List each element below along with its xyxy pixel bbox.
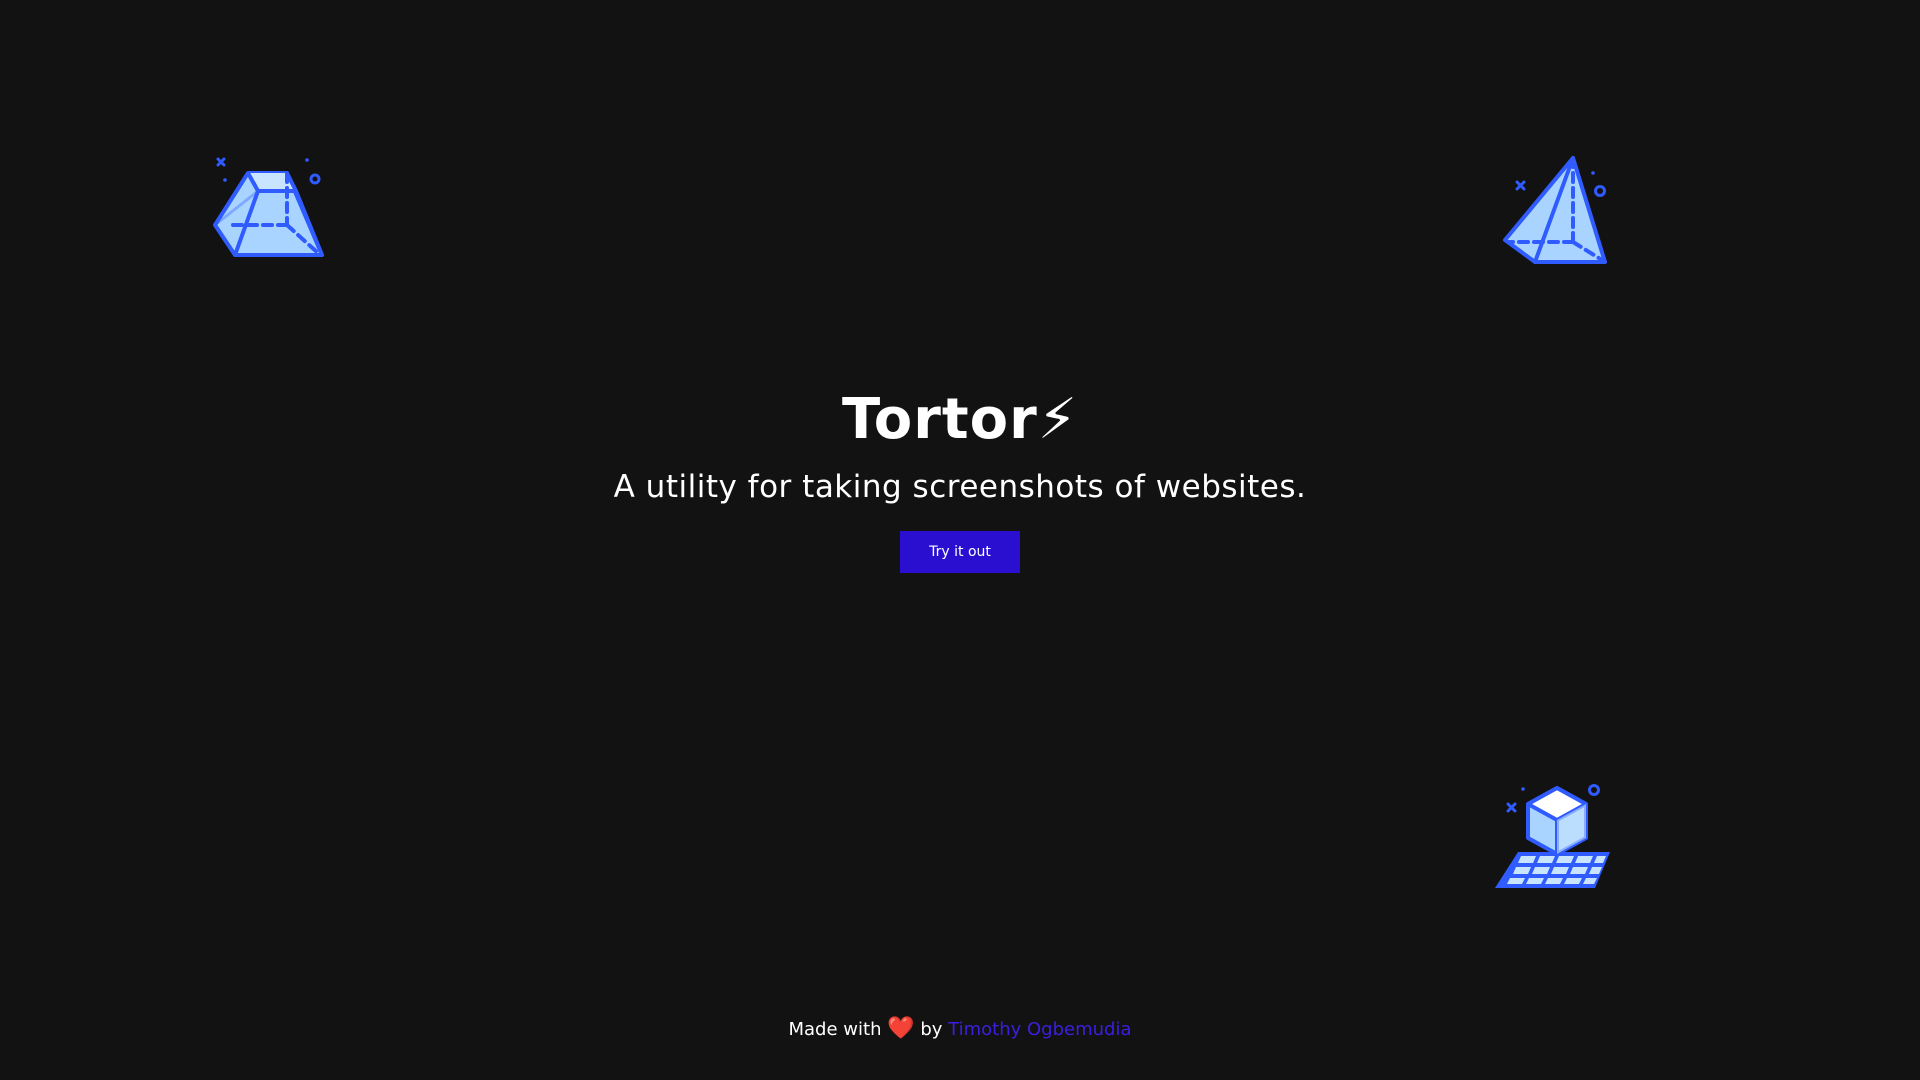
app-tagline: A utility for taking screenshots of webs…	[613, 469, 1307, 505]
footer: Made with ❤️ by Timothy Ogbemudia	[0, 1014, 1920, 1045]
cube-grid-illustration	[1495, 784, 1610, 888]
try-it-out-button[interactable]: Try it out	[900, 531, 1020, 573]
pyramid-illustration	[1503, 156, 1607, 264]
footer-made-with: Made with	[788, 1019, 882, 1040]
landing-page: Tortor⚡ A utility for taking screenshots…	[0, 0, 1920, 1080]
lightning-icon: ⚡	[1037, 387, 1079, 452]
prism-illustration	[213, 157, 324, 257]
heart-icon: ❤️	[887, 1016, 915, 1041]
app-title: Tortor⚡	[0, 378, 1920, 462]
hero-section: Tortor⚡ A utility for taking screenshots…	[0, 378, 1920, 573]
footer-by: by	[920, 1019, 943, 1040]
app-title-text: Tortor	[841, 387, 1038, 452]
author-link[interactable]: Timothy Ogbemudia	[948, 1019, 1131, 1040]
